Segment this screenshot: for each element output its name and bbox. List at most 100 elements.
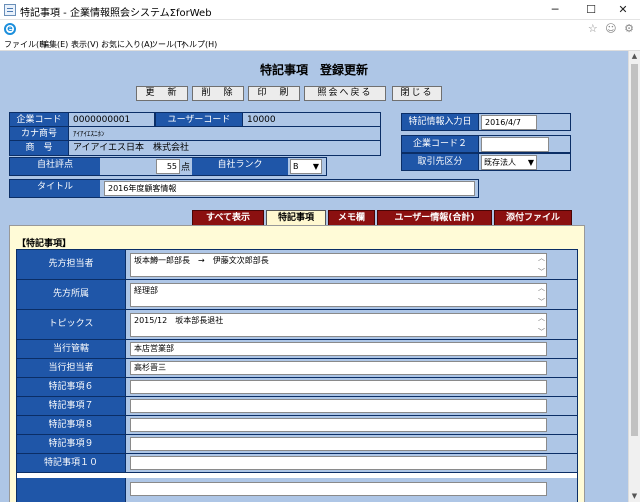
company-code2-input[interactable]: [481, 137, 549, 152]
note6-input[interactable]: [130, 380, 547, 394]
entry-date-input[interactable]: 2016/4/7: [481, 115, 537, 130]
update-button[interactable]: 更 新: [136, 86, 188, 101]
special-notes-grid: 先方担当者 坂本鱒一郎部長 → 伊藤文次郎部長 ︿ ﹀ 先方所属 経理部 ︿ ﹀ トピッ…: [16, 249, 578, 502]
menu-help[interactable]: ヘルプ(H): [181, 39, 217, 50]
row-cell: 本店営業部: [126, 340, 577, 359]
scrollbar-thumb[interactable]: [631, 64, 638, 436]
close-button[interactable]: 閉じる: [392, 86, 442, 101]
trade-name-label: 商 号: [9, 140, 69, 156]
ie-icon: e: [4, 23, 16, 35]
row-cell: 2015/12 坂本部長退社 ︿ ﹀: [126, 310, 577, 340]
note7-input[interactable]: [130, 399, 547, 413]
company-code2-cell: [478, 135, 571, 153]
row-label: 特記事項９: [17, 435, 126, 454]
partner-type-select[interactable]: 既存法人 ▼: [481, 155, 537, 170]
row-value: 経理部: [134, 286, 158, 295]
window-app-icon: [4, 4, 16, 16]
partner-type-value: 既存法人: [484, 158, 516, 167]
row-label: 当行担当者: [17, 359, 126, 378]
print-button[interactable]: 印 刷: [248, 86, 300, 101]
scroll-down-icon[interactable]: ﹀: [538, 328, 545, 336]
row-label: トピックス: [17, 310, 126, 340]
tab-show-all[interactable]: すべて表示: [192, 210, 264, 225]
scroll-down-icon[interactable]: ﹀: [538, 268, 545, 276]
favorites-home-settings-icons[interactable]: ☆ ☺ ⚙: [588, 22, 636, 35]
row-label: 特記事項１０: [17, 454, 126, 473]
row-label: 当行管轄: [17, 340, 126, 359]
self-rank-label: 自社ランク: [192, 158, 288, 175]
table-row: 特記事項６: [17, 378, 577, 397]
note10-input[interactable]: [130, 456, 547, 470]
page-title: 特記事項 登録更新: [259, 63, 368, 77]
title-input[interactable]: 2016年度顧客情報: [104, 181, 475, 196]
note9-input[interactable]: [130, 437, 547, 451]
row-label: [17, 478, 126, 502]
special-notes-panel: 【特記事項】 先方担当者 坂本鱒一郎部長 → 伊藤文次郎部長 ︿ ﹀ 先方所属 経理…: [9, 225, 585, 502]
branch-input[interactable]: 本店営業部: [130, 342, 547, 356]
department-textarea[interactable]: 経理部 ︿ ﹀: [130, 283, 547, 307]
scroll-up-arrow-icon[interactable]: ▲: [629, 51, 640, 62]
window-title: 特記事項 - 企業情報照会システムΣforWeb: [20, 8, 212, 19]
back-to-inquiry-button[interactable]: 照会へ戻る: [304, 86, 386, 101]
partner-type-label: 取引先区分: [401, 153, 479, 171]
close-window-button[interactable]: ✕: [606, 0, 640, 20]
tab-memo[interactable]: メモ欄: [328, 210, 375, 225]
menu-tools[interactable]: ツール(T): [150, 39, 185, 50]
table-row: 当行管轄 本店営業部: [17, 340, 577, 359]
self-score-input[interactable]: 55: [156, 159, 180, 174]
row-cell: 高杉晋三: [126, 359, 577, 378]
contact-person-textarea[interactable]: 坂本鱒一郎部長 → 伊藤文次郎部長 ︿ ﹀: [130, 253, 547, 277]
note8-input[interactable]: [130, 418, 547, 432]
scroll-up-icon[interactable]: ︿: [538, 314, 545, 322]
page-content: 特記事項 登録更新 更 新 削 除 印 刷 照会へ戻る 閉じる 企業コード 00…: [0, 51, 628, 502]
partner-type-cell: 既存法人 ▼: [478, 153, 571, 171]
menu-view[interactable]: 表示(V): [71, 39, 99, 50]
chevron-down-icon: ▼: [312, 162, 319, 171]
table-row: 特記事項９: [17, 435, 577, 454]
title-label: タイトル: [10, 180, 100, 197]
row-cell: [126, 378, 577, 397]
row-cell: 経理部 ︿ ﹀: [126, 280, 577, 310]
scroll-down-arrow-icon[interactable]: ▼: [629, 491, 640, 502]
row-cell: [126, 397, 577, 416]
table-row: 特記事項８: [17, 416, 577, 435]
tab-user-info-total[interactable]: ユーザー情報(合計): [377, 210, 492, 225]
delete-button[interactable]: 削 除: [192, 86, 244, 101]
minimize-button[interactable]: ─: [538, 0, 572, 20]
table-row: 特記事項７: [17, 397, 577, 416]
score-unit: 点: [181, 163, 191, 173]
row-label: 先方担当者: [17, 250, 126, 280]
row-label: 特記事項８: [17, 416, 126, 435]
row-value: 2015/12 坂本部長退社: [134, 316, 224, 325]
self-score-label: 自社評点: [10, 158, 100, 175]
trade-name-value: アイアイエス日本 株式会社: [68, 140, 381, 156]
maximize-button[interactable]: ☐: [574, 0, 608, 20]
menu-edit[interactable]: 編集(E): [41, 39, 68, 50]
table-row: 特記事項１０: [17, 454, 577, 473]
bank-contact-input[interactable]: 高杉晋三: [130, 361, 547, 375]
self-rank-select[interactable]: B ▼: [290, 159, 322, 174]
scroll-down-icon[interactable]: ﹀: [538, 298, 545, 306]
title-bar: 特記事項 - 企業情報照会システムΣforWeb ─ ☐ ✕: [0, 0, 640, 20]
tab-attachments[interactable]: 添付ファイル: [494, 210, 572, 225]
topics-textarea[interactable]: 2015/12 坂本部長退社 ︿ ﹀: [130, 313, 547, 337]
company-code2-label: 企業コード２: [401, 135, 479, 153]
entry-date-label: 特記情報入力日: [401, 113, 479, 131]
row-cell: [126, 435, 577, 454]
menu-bar: ファイル(F) 編集(E) 表示(V) お気に入り(A) ツール(T) ヘルプ(…: [0, 38, 640, 51]
address-bar: e ☆ ☺ ⚙: [0, 20, 640, 38]
table-row: 当行担当者 高杉晋三: [17, 359, 577, 378]
vertical-scrollbar[interactable]: ▲ ▼: [628, 51, 640, 502]
row-value: 坂本鱒一郎部長 → 伊藤文次郎部長: [134, 256, 269, 265]
chevron-down-icon: ▼: [527, 158, 534, 167]
table-row: 先方所属 経理部 ︿ ﹀: [17, 280, 577, 310]
scroll-up-icon[interactable]: ︿: [538, 254, 545, 262]
scroll-up-icon[interactable]: ︿: [538, 284, 545, 292]
menu-favorites[interactable]: お気に入り(A): [101, 39, 153, 50]
row-label: 先方所属: [17, 280, 126, 310]
next-row-input[interactable]: [130, 482, 547, 496]
row-label: 特記事項７: [17, 397, 126, 416]
row-cell: [126, 416, 577, 435]
tab-special-notes[interactable]: 特記事項: [266, 210, 326, 225]
row-cell: [126, 454, 577, 473]
